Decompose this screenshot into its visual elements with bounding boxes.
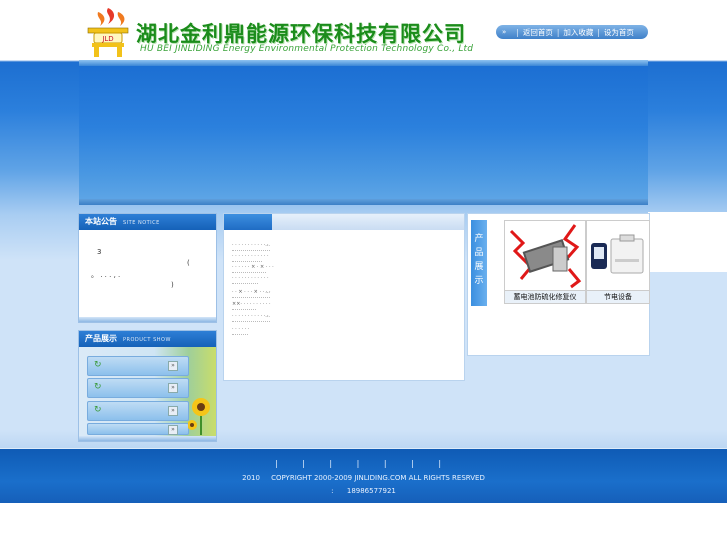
news-date: ... <box>265 313 270 319</box>
go-arrow-icon[interactable]: » <box>168 361 178 371</box>
showcase-tab: 产 品 展 示 <box>471 220 487 306</box>
phone-number: 18986577921 <box>346 487 396 495</box>
go-arrow-icon[interactable]: » <box>168 383 178 393</box>
news-panel-header <box>224 214 464 230</box>
copyright-text: COPYRIGHT 2000-2009 JINLIDING.COM ALL RI… <box>271 474 485 482</box>
notice-title-en: SITE NOTICE <box>123 220 160 226</box>
site-footer: | | | | | | | 2010 COPYRIGHT 2000-2009 J… <box>0 449 727 503</box>
notice-panel-header: 本站公告 SITE NOTICE <box>79 214 216 230</box>
logo-text: JLD <box>101 35 113 43</box>
notice-panel: 本站公告 SITE NOTICE 3 ( 。 . . . , . ) <box>78 213 217 323</box>
news-item[interactable]: · · · · · · × · × · · · <box>232 264 274 273</box>
set-homepage-link[interactable]: 设为首页 <box>604 27 634 38</box>
notice-line: ( <box>187 259 190 267</box>
product-caption[interactable]: 节电设备 <box>587 290 649 303</box>
product-list-item[interactable]: » <box>87 423 189 435</box>
news-tab[interactable] <box>224 214 272 230</box>
product-list-title-en: PRODUCT SHOW <box>123 337 171 343</box>
product-card[interactable]: 蓄电池防硫化修复仪 <box>504 220 586 304</box>
power-saver-device-image <box>587 221 649 291</box>
news-date: ... <box>265 289 270 295</box>
refresh-icon: ↻ <box>94 360 102 370</box>
panel-footer <box>79 436 216 441</box>
refresh-icon: ↻ <box>94 382 102 392</box>
notice-line: 。 . . . , . <box>91 271 121 279</box>
product-list-panel: 产品展示 PRODUCT SHOW ↻ » ↻ » ↻ » » <box>78 330 217 442</box>
news-item[interactable]: · · · · · · · · · · · ·... <box>232 242 270 251</box>
main-banner <box>79 66 648 202</box>
company-english-name: HU BEI JINLIDING Energy Environmental Pr… <box>140 44 474 54</box>
notice-line: ) <box>171 281 174 289</box>
go-arrow-icon[interactable]: » <box>168 406 178 416</box>
copyright: 2010 COPYRIGHT 2000-2009 JINLIDING.COM A… <box>0 474 727 482</box>
news-panel: · · · · · · · · · · · ·... · · · · · · ·… <box>223 213 465 381</box>
separator: | <box>597 27 600 37</box>
news-item[interactable]: ××· · · · · · · · · · <box>232 301 271 310</box>
notice-title: 本站公告 <box>85 217 117 226</box>
product-list-item[interactable]: ↻ » <box>87 401 189 421</box>
product-card[interactable]: 节电设备 <box>586 220 650 304</box>
sunflower-icon <box>188 398 210 435</box>
news-item[interactable]: · · × · · · × · · · ·... <box>232 289 271 298</box>
separator: | <box>556 27 560 37</box>
phone-label: : <box>331 487 334 495</box>
white-strip <box>648 212 727 272</box>
company-logo-icon[interactable]: JLD <box>84 6 132 58</box>
product-showcase-panel: 产 品 展 示 蓄电池防硫化修复仪 节电设备 <box>467 213 650 356</box>
banner-edge <box>79 199 648 205</box>
footer-links[interactable]: | | | | | | | <box>0 459 727 468</box>
battery-repair-device-image <box>505 221 585 291</box>
add-favorite-link[interactable]: 加入收藏 <box>563 27 593 38</box>
news-item[interactable]: · · · · · · · · · · · · <box>232 253 269 262</box>
news-date: ... <box>265 242 270 248</box>
product-list-item[interactable]: ↻ » <box>87 378 189 398</box>
notice-line: 3 <box>97 248 102 256</box>
panel-footer <box>79 317 216 322</box>
site-header: JLD 湖北金利鼎能源环保科技有限公司 HU BEI JINLIDING Ene… <box>80 0 648 60</box>
separator: | <box>516 27 519 37</box>
news-item[interactable]: · · · · · · · · · · · · <box>232 275 269 284</box>
contact-phone: : 18986577921 <box>0 487 727 495</box>
notice-content: 3 ( 。 . . . , . ) <box>79 230 216 317</box>
home-link[interactable]: 返回首页 <box>523 27 553 38</box>
news-item[interactable]: · · · · · · · · · · · ·... <box>232 313 270 322</box>
copyright-year: 2010 <box>242 474 260 482</box>
refresh-icon: ↻ <box>94 405 102 415</box>
product-list-header: 产品展示 PRODUCT SHOW <box>79 331 216 347</box>
go-arrow-icon[interactable]: » <box>168 425 178 435</box>
product-list-item[interactable]: ↻ » <box>87 356 189 376</box>
product-caption[interactable]: 蓄电池防硫化修复仪 <box>505 290 585 303</box>
top-navigation: » | 返回首页 | 加入收藏 | 设为首页 <box>496 25 648 39</box>
product-list-title: 产品展示 <box>85 334 117 343</box>
news-item[interactable]: · · · · · · <box>232 326 249 335</box>
arrow-icon: » <box>502 28 507 36</box>
